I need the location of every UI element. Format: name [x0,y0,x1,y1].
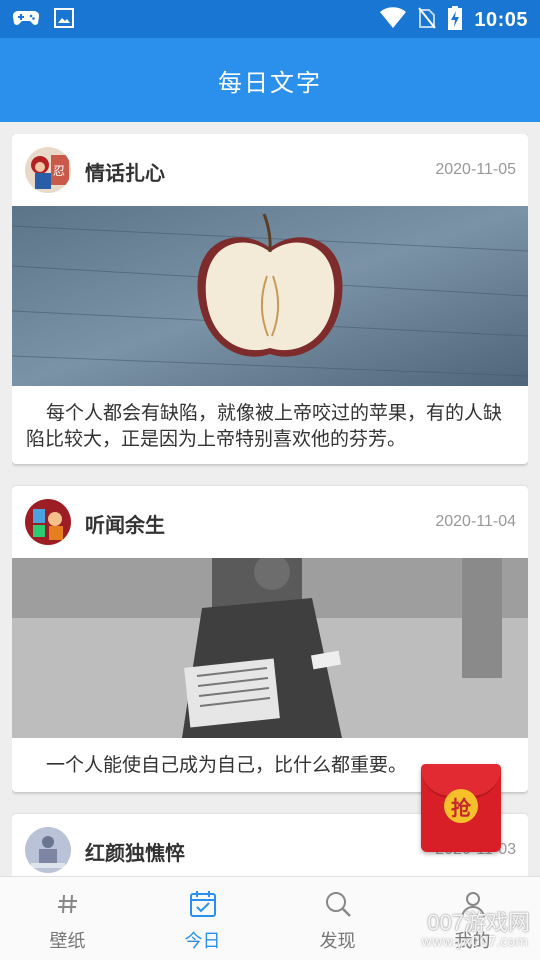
app-bar: 每日文字 [0,38,540,122]
nav-label: 发现 [319,931,356,952]
avatar[interactable]: 忍 [25,147,71,193]
status-bar: 10:05 [0,0,540,38]
calendar-check-icon [188,889,218,919]
wifi-icon [380,7,407,33]
nav-label: 今日 [184,931,221,952]
card-date: 2020-11-05 [435,161,516,178]
watermark: 007游戏网 [427,910,530,935]
gamepad-icon [12,8,40,32]
battery-charging-icon [448,6,463,34]
nav-item-discover[interactable]: 发现 [270,877,405,960]
svg-text:忍: 忍 [53,164,65,178]
card-date: 2020-11-04 [435,513,516,530]
search-icon [323,889,353,919]
avatar[interactable] [25,827,71,873]
red-packet-coin: 抢 [444,789,478,823]
nav-item-wallpaper[interactable]: 壁纸 [0,877,135,960]
apple-image[interactable] [12,206,528,386]
card-header: 忍 情话扎心 2020-11-05 [12,134,528,206]
card-quote: 每个人都会有缺陷，就像被上帝咬过的苹果，有的人缺陷比较大，正是因为上帝特别喜欢他… [26,402,503,450]
card-header: 听闻余生 2020-11-04 [12,486,528,558]
article-card[interactable]: 听闻余生 2020-11-04 一个人能使自己成为自己，比什么都重要。 [12,486,528,792]
card-title: 红颜独憔悴 [85,841,185,865]
avatar[interactable] [25,499,71,545]
article-card[interactable]: 忍 情话扎心 2020-11-05 每个人都会有缺陷，就像被上帝咬过的苹果，有的… [12,134,528,464]
red-packet-button[interactable]: 抢 [421,764,501,852]
image-icon [54,8,74,32]
nav-label: 壁纸 [49,931,86,952]
card-title: 情话扎心 [85,161,165,185]
card-title: 听闻余生 [85,513,165,537]
page-title: 每日文字 [218,68,322,97]
hash-icon [53,889,83,919]
nav-item-today[interactable]: 今日 [135,877,270,960]
no-sim-icon [418,7,437,33]
status-time: 10:05 [474,8,528,31]
newspaper-image[interactable] [12,558,528,738]
watermark-url: www.yx007.com [421,935,528,950]
